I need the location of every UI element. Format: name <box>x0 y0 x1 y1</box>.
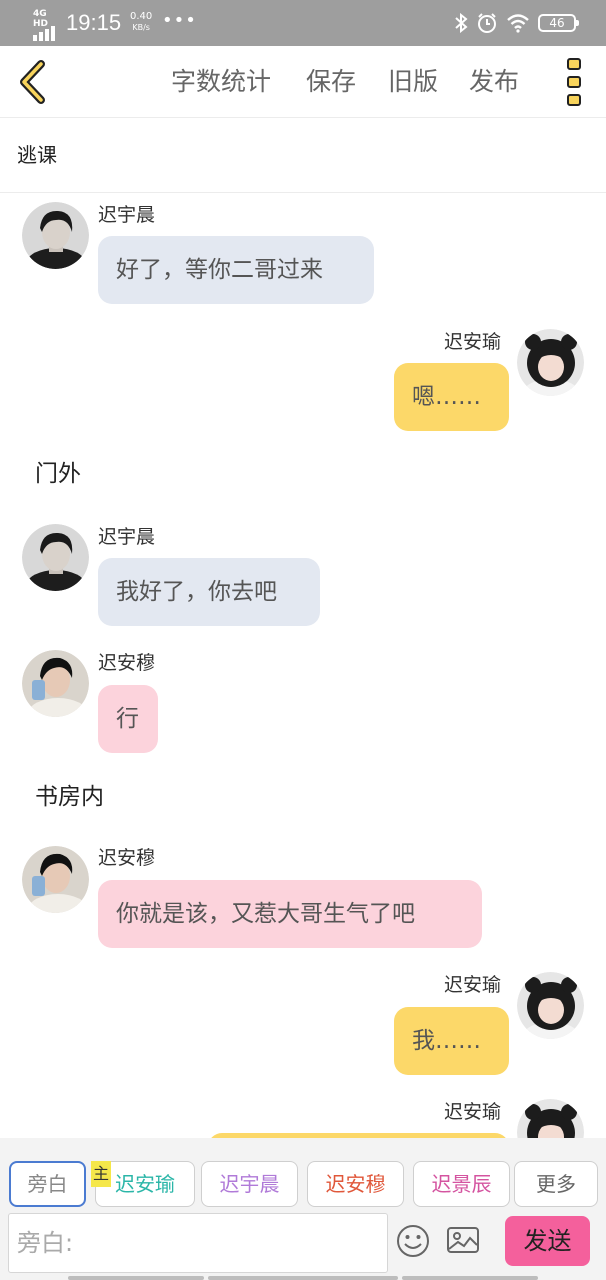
chip-narration[interactable]: 旁白 <box>9 1161 86 1207</box>
clock: 19:15 <box>66 10 122 35</box>
net-speed-unit: KB/s <box>132 23 150 32</box>
sender-name: 迟安瑜 <box>444 331 502 353</box>
battery-icon: 46 <box>538 14 579 32</box>
message-bubble[interactable]: 我好了，你去吧 <box>98 558 320 626</box>
sender-name: 迟安穆 <box>98 847 156 869</box>
save-button[interactable]: 保存 <box>306 64 356 100</box>
avatar-yu[interactable] <box>517 972 584 1039</box>
input-bar: 发送 <box>0 1210 606 1280</box>
avatar-yu[interactable] <box>517 329 584 396</box>
app-bar: 字数统计 保存 旧版 发布 <box>0 46 606 118</box>
avatar-mu[interactable] <box>22 846 89 913</box>
alarm-icon <box>478 13 496 33</box>
emoji-icon[interactable] <box>395 1223 431 1259</box>
chevron-left-icon <box>20 60 45 104</box>
image-icon[interactable] <box>446 1224 482 1260</box>
network-icon: 4G HD <box>33 9 61 41</box>
chip-yu-chen[interactable]: 迟宇晨 <box>201 1161 298 1207</box>
sender-name: 迟安瑜 <box>444 1101 502 1123</box>
more-characters-button[interactable]: 更多 <box>514 1161 598 1207</box>
status-bar: 4G HD 19:15 0.40 KB/s ••• 46 <box>0 0 606 46</box>
network-label: 4G HD <box>33 9 49 29</box>
message-bubble[interactable]: 我…… <box>394 1007 509 1075</box>
bluetooth-icon <box>455 13 468 33</box>
narration-text[interactable]: 门外 <box>35 458 81 490</box>
back-button[interactable] <box>14 58 54 106</box>
old-version-button[interactable]: 旧版 <box>388 64 438 100</box>
sender-name: 迟宇晨 <box>98 526 156 548</box>
sender-name: 迟安穆 <box>98 652 156 674</box>
nav-indicator <box>208 1276 398 1280</box>
chat-area[interactable]: 迟宇晨 好了，等你二哥过来 迟安瑜 嗯…… 门外 迟宇晨 我好了，你去吧 迟安穆… <box>0 194 606 1138</box>
message-bubble[interactable]: 你就是该，又惹大哥生气了吧 <box>98 880 482 948</box>
word-count-button[interactable]: 字数统计 <box>171 64 271 100</box>
chip-an-mu[interactable]: 迟安穆 <box>307 1161 404 1207</box>
narration-text[interactable]: 书房内 <box>35 781 104 813</box>
message-bubble[interactable]: 嗯…… <box>394 363 509 431</box>
avatar-yu[interactable] <box>517 1099 584 1138</box>
net-speed-value: 0.40 <box>130 11 153 22</box>
main-character-badge: 主 <box>91 1161 111 1187</box>
sender-name: 迟宇晨 <box>98 204 156 226</box>
message-bubble[interactable]: 好了，等你二哥过来 <box>98 236 374 304</box>
nav-indicator <box>402 1276 538 1280</box>
avatar-chen[interactable] <box>22 202 89 269</box>
publish-button[interactable]: 发布 <box>469 64 519 100</box>
message-bubble[interactable]: 行 <box>98 685 158 753</box>
sender-name: 迟安瑜 <box>444 974 502 996</box>
story-title-bar: 逃课 <box>0 118 606 193</box>
more-menu-icon[interactable] <box>561 58 587 108</box>
avatar-chen[interactable] <box>22 524 89 591</box>
story-title[interactable]: 逃课 <box>17 140 57 170</box>
send-button[interactable]: 发送 <box>505 1216 590 1266</box>
message-input[interactable] <box>8 1213 388 1273</box>
chip-jing-chen[interactable]: 迟景辰 <box>413 1161 510 1207</box>
net-speed: 0.40 KB/s <box>130 11 152 33</box>
avatar-mu[interactable] <box>22 650 89 717</box>
notification-dots: ••• <box>162 10 197 31</box>
nav-indicator <box>68 1276 204 1280</box>
wifi-icon <box>507 14 529 33</box>
status-icons: 46 <box>454 10 579 36</box>
